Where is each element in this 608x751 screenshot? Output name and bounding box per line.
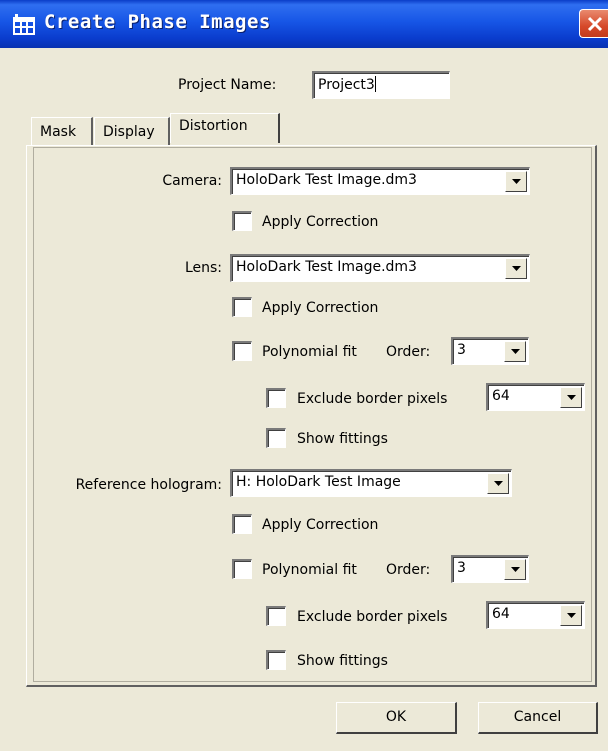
tab-distortion[interactable]: Distortion [170, 113, 280, 143]
project-name-label: Project Name: [178, 77, 277, 93]
reference-border-pixels-value: 64 [492, 606, 510, 622]
lens-dropdown-button[interactable] [505, 258, 527, 279]
project-name-input[interactable]: Project3 [312, 71, 450, 99]
tab-display-label: Display [103, 124, 155, 140]
camera-apply-correction-checkbox[interactable] [232, 211, 252, 231]
reference-apply-correction-label: Apply Correction [262, 517, 379, 533]
reference-order-label: Order: [386, 562, 431, 578]
chevron-down-icon [512, 266, 521, 271]
lens-exclude-border-label: Exclude border pixels [297, 391, 448, 407]
lens-show-fittings-label: Show fittings [297, 431, 388, 447]
lens-polynomial-fit-checkbox[interactable] [232, 341, 252, 361]
lens-polynomial-fit-label: Polynomial fit [262, 344, 357, 360]
cancel-button[interactable]: Cancel [478, 702, 598, 734]
tab-display[interactable]: Display [94, 117, 170, 145]
lens-border-pixels-value: 64 [492, 388, 510, 404]
camera-select[interactable]: HoloDark Test Image.dm3 [230, 167, 530, 195]
lens-exclude-border-checkbox[interactable] [266, 388, 286, 408]
reference-polynomial-fit-checkbox[interactable] [232, 559, 252, 579]
chevron-down-icon [494, 481, 503, 486]
reference-show-fittings-label: Show fittings [297, 653, 388, 669]
reference-exclude-border-label: Exclude border pixels [297, 609, 448, 625]
lens-apply-correction-checkbox[interactable] [232, 297, 252, 317]
reference-order-value: 3 [457, 560, 466, 576]
reference-polynomial-fit-label: Polynomial fit [262, 562, 357, 578]
lens-label: Lens: [184, 260, 222, 276]
chevron-down-icon [511, 349, 520, 354]
reference-hologram-select[interactable]: H: HoloDark Test Image [230, 469, 512, 497]
chevron-down-icon [567, 613, 576, 618]
project-name-value: Project3 [318, 77, 375, 93]
text-caret [374, 76, 376, 92]
lens-apply-correction-label: Apply Correction [262, 300, 379, 316]
reference-hologram-value: H: HoloDark Test Image [236, 474, 401, 490]
reference-hologram-label: Reference hologram: [75, 477, 222, 493]
lens-order-label: Order: [386, 344, 431, 360]
reference-show-fittings-checkbox[interactable] [266, 650, 286, 670]
reference-dropdown-button[interactable] [487, 473, 509, 494]
reference-border-pixels-select[interactable]: 64 [486, 601, 585, 629]
lens-order-value: 3 [457, 342, 466, 358]
dialog-app-icon [13, 14, 35, 35]
lens-select[interactable]: HoloDark Test Image.dm3 [230, 254, 530, 282]
reference-apply-correction-checkbox[interactable] [232, 514, 252, 534]
chevron-down-icon [511, 567, 520, 572]
camera-apply-correction-label: Apply Correction [262, 214, 379, 230]
tab-mask-label: Mask [40, 124, 77, 140]
tab-mask[interactable]: Mask [31, 117, 93, 145]
reference-order-select[interactable]: 3 [451, 555, 529, 583]
camera-label: Camera: [162, 173, 222, 189]
lens-order-select[interactable]: 3 [451, 337, 529, 365]
camera-select-value: HoloDark Test Image.dm3 [236, 172, 417, 188]
reference-order-dropdown-button[interactable] [504, 559, 526, 580]
camera-dropdown-button[interactable] [505, 171, 527, 192]
reference-border-pixels-dropdown-button[interactable] [560, 605, 582, 626]
tab-distortion-label: Distortion [179, 118, 248, 134]
lens-border-pixels-select[interactable]: 64 [486, 383, 585, 411]
chevron-down-icon [512, 179, 521, 184]
chevron-down-icon [567, 395, 576, 400]
ok-button[interactable]: OK [336, 702, 457, 734]
title-bar[interactable]: Create Phase Images [0, 0, 608, 48]
close-button[interactable] [579, 9, 608, 38]
lens-show-fittings-checkbox[interactable] [266, 428, 286, 448]
lens-border-pixels-dropdown-button[interactable] [560, 387, 582, 408]
lens-order-dropdown-button[interactable] [504, 341, 526, 362]
window-title: Create Phase Images [44, 11, 271, 33]
close-icon [587, 16, 603, 32]
lens-select-value: HoloDark Test Image.dm3 [236, 259, 417, 275]
reference-exclude-border-checkbox[interactable] [266, 606, 286, 626]
